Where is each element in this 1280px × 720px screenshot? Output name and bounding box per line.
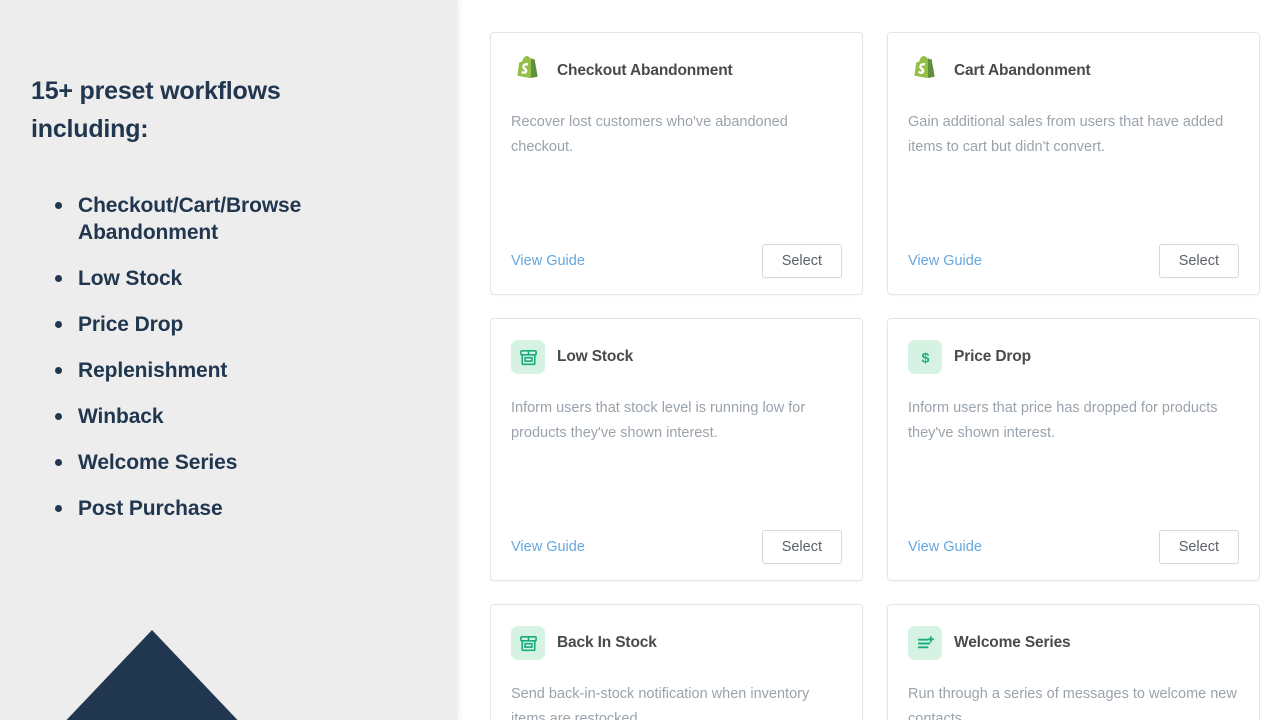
card-footer: View Guide Select xyxy=(511,530,842,564)
workflow-card-price-drop[interactable]: $ Price Drop Inform users that price has… xyxy=(887,318,1260,581)
card-header: Back In Stock xyxy=(511,623,842,663)
dollar-sign-icon: $ xyxy=(908,340,942,374)
bullet-icon xyxy=(55,505,62,512)
list-item-label: Checkout/Cart/Browse Abandonment xyxy=(78,194,301,244)
bullet-icon xyxy=(55,202,62,209)
list-item: Replenishment xyxy=(51,357,351,384)
card-footer: View Guide Select xyxy=(511,244,842,278)
bullet-icon xyxy=(55,275,62,282)
view-guide-link[interactable]: View Guide xyxy=(511,253,585,269)
bullet-icon xyxy=(55,367,62,374)
card-description: Run through a series of messages to welc… xyxy=(908,682,1238,720)
workflow-card-grid: Checkout Abandonment Recover lost custom… xyxy=(490,32,1260,720)
card-title: Price Drop xyxy=(954,348,1031,366)
card-title: Back In Stock xyxy=(557,634,657,652)
list-item: Winback xyxy=(51,403,351,430)
inventory-box-icon xyxy=(511,626,545,660)
list-item-label: Post Purchase xyxy=(78,497,223,520)
card-title: Welcome Series xyxy=(954,634,1071,652)
list-item: Post Purchase xyxy=(51,495,351,522)
shopify-bag-icon xyxy=(908,54,942,88)
workflow-card-low-stock[interactable]: Low Stock Inform users that stock level … xyxy=(490,318,863,581)
list-item-label: Winback xyxy=(78,405,163,428)
list-item-label: Welcome Series xyxy=(78,451,237,474)
list-item-label: Low Stock xyxy=(78,267,182,290)
app-screen: 15+ preset workflows including: Checkout… xyxy=(0,0,1280,720)
list-item: Checkout/Cart/Browse Abandonment xyxy=(51,192,351,246)
inventory-box-icon xyxy=(511,340,545,374)
list-item: Price Drop xyxy=(51,311,351,338)
list-item-label: Replenishment xyxy=(78,359,227,382)
card-title: Cart Abandonment xyxy=(954,62,1091,80)
workflow-bullet-list: Checkout/Cart/Browse Abandonment Low Sto… xyxy=(31,192,417,522)
workflow-card-checkout-abandonment[interactable]: Checkout Abandonment Recover lost custom… xyxy=(490,32,863,295)
panel-heading: 15+ preset workflows including: xyxy=(31,72,331,148)
card-description: Inform users that stock level is running… xyxy=(511,396,841,446)
card-header: Low Stock xyxy=(511,337,842,377)
list-add-icon xyxy=(908,626,942,660)
workflow-card-back-in-stock[interactable]: Back In Stock Send back-in-stock notific… xyxy=(490,604,863,720)
card-header: Checkout Abandonment xyxy=(511,51,842,91)
card-description: Send back-in-stock notification when inv… xyxy=(511,682,841,720)
view-guide-link[interactable]: View Guide xyxy=(511,539,585,555)
list-item: Welcome Series xyxy=(51,449,351,476)
card-title: Checkout Abandonment xyxy=(557,62,733,80)
card-footer: View Guide Select xyxy=(908,530,1239,564)
panel-content: 15+ preset workflows including: Checkout… xyxy=(0,0,457,522)
card-footer: View Guide Select xyxy=(908,244,1239,278)
list-item-label: Price Drop xyxy=(78,313,183,336)
card-description: Gain additional sales from users that ha… xyxy=(908,110,1238,160)
select-button[interactable]: Select xyxy=(762,244,842,278)
select-button[interactable]: Select xyxy=(762,530,842,564)
svg-text:$: $ xyxy=(921,350,929,366)
bullet-icon xyxy=(55,459,62,466)
shopify-bag-icon xyxy=(511,54,545,88)
card-header: Welcome Series xyxy=(908,623,1239,663)
view-guide-link[interactable]: View Guide xyxy=(908,253,982,269)
bullet-icon xyxy=(55,413,62,420)
view-guide-link[interactable]: View Guide xyxy=(908,539,982,555)
select-button[interactable]: Select xyxy=(1159,530,1239,564)
workflow-card-welcome-series[interactable]: Welcome Series Run through a series of m… xyxy=(887,604,1260,720)
card-header: Cart Abandonment xyxy=(908,51,1239,91)
card-description: Inform users that price has dropped for … xyxy=(908,396,1238,446)
preset-workflows-panel: 15+ preset workflows including: Checkout… xyxy=(0,0,457,720)
select-button[interactable]: Select xyxy=(1159,244,1239,278)
card-header: $ Price Drop xyxy=(908,337,1239,377)
workflow-card-cart-abandonment[interactable]: Cart Abandonment Gain additional sales f… xyxy=(887,32,1260,295)
card-title: Low Stock xyxy=(557,348,633,366)
card-description: Recover lost customers who've abandoned … xyxy=(511,110,841,160)
list-item: Low Stock xyxy=(51,265,351,292)
workflow-template-gallery: Checkout Abandonment Recover lost custom… xyxy=(457,0,1280,720)
bullet-icon xyxy=(55,321,62,328)
triangle-decoration-icon xyxy=(57,630,247,720)
